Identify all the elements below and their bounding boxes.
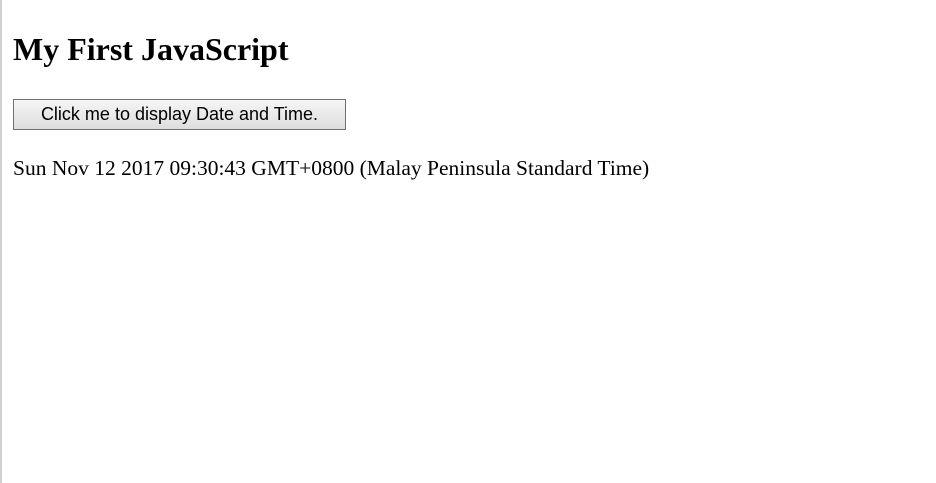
display-date-button[interactable]: Click me to display Date and Time. [13,99,346,130]
date-output: Sun Nov 12 2017 09:30:43 GMT+0800 (Malay… [13,156,650,180]
page-title: My First JavaScript [13,31,289,67]
